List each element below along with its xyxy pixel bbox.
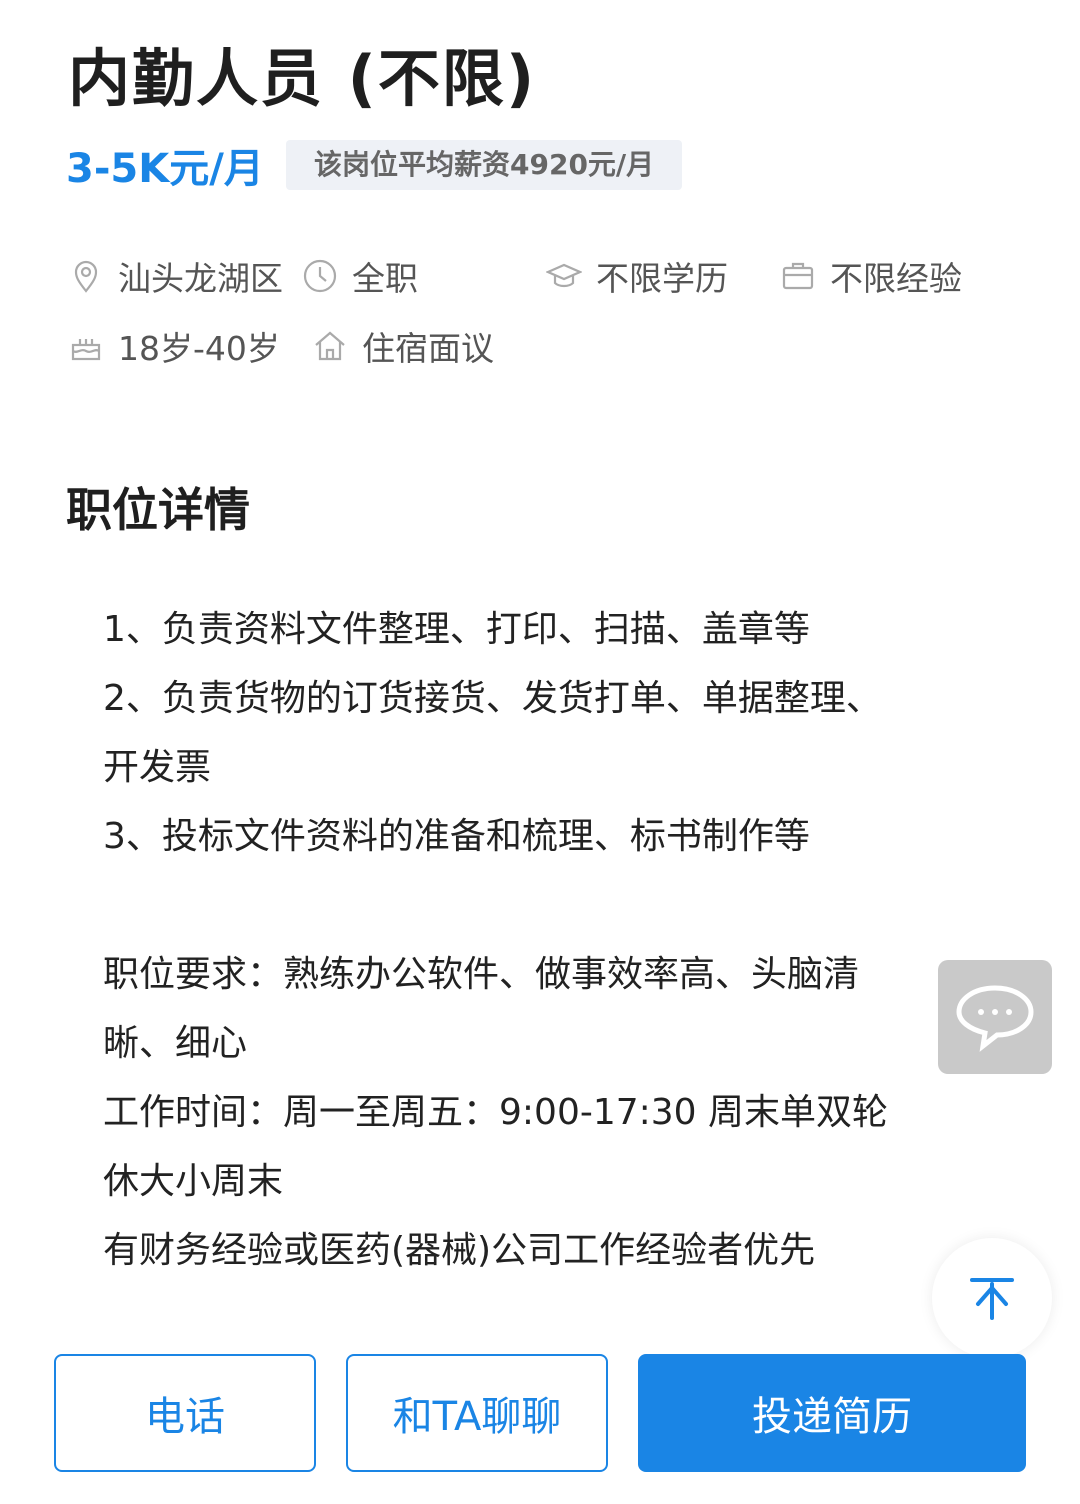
detail-line: 休大小周末 <box>103 1161 284 1202</box>
tag-location: 汕头龙湖区 <box>68 252 283 300</box>
job-title: 内勤人员 (不限) <box>68 42 537 115</box>
tag-age: 18岁-40岁 <box>68 322 280 370</box>
location-pin-icon <box>74 260 98 293</box>
tag-label: 全职 <box>352 259 418 298</box>
detail-line: 工作时间：周一至周五：9:00-17:30 周末单双轮 <box>103 1092 889 1133</box>
detail-line: 3、投标文件资料的准备和梳理、标书制作等 <box>103 816 810 857</box>
average-salary-badge: 该岗位平均薪资4920元/月 <box>286 140 683 190</box>
tag-label: 住宿面议 <box>362 329 494 368</box>
briefcase-icon <box>782 262 814 290</box>
detail-line: 2、负责货物的订货接货、发货打单、单据整理、 <box>103 678 882 719</box>
graduation-cap-icon <box>546 263 582 288</box>
detail-line: 开发票 <box>103 747 212 788</box>
detail-line: 有财务经验或医药(器械)公司工作经验者优先 <box>103 1230 816 1271</box>
section-title-job-details: 职位详情 <box>66 483 250 537</box>
tag-label: 汕头龙湖区 <box>118 259 283 298</box>
salary: 3-5K元/月 <box>66 146 264 192</box>
tag-accommodation: 住宿面议 <box>312 322 494 370</box>
floating-chat-button[interactable] <box>938 960 1052 1074</box>
detail-line: 职位要求：熟练办公软件、做事效率高、头脑清 <box>103 954 860 995</box>
tag-label: 不限经验 <box>830 259 962 298</box>
tag-job-type: 全职 <box>302 252 418 300</box>
tag-experience: 不限经验 <box>780 252 962 300</box>
phone-button[interactable]: 电话 <box>54 1354 316 1472</box>
detail-line: 晰、细心 <box>103 1023 248 1064</box>
tag-label: 18岁-40岁 <box>118 329 280 368</box>
detail-line: 1、负责资料文件整理、打印、扫描、盖章等 <box>103 609 810 650</box>
tag-label: 不限学历 <box>596 259 728 298</box>
arrow-up-icon <box>970 1278 1014 1320</box>
tag-education: 不限学历 <box>546 252 728 300</box>
cake-icon <box>71 339 101 361</box>
chat-bubble-icon <box>956 985 1034 1052</box>
back-to-top-button[interactable] <box>932 1238 1052 1358</box>
clock-icon <box>303 259 337 293</box>
submit-resume-button[interactable]: 投递简历 <box>638 1354 1026 1472</box>
house-icon <box>315 331 345 361</box>
chat-with-ta-button[interactable]: 和TA聊聊 <box>346 1354 608 1472</box>
